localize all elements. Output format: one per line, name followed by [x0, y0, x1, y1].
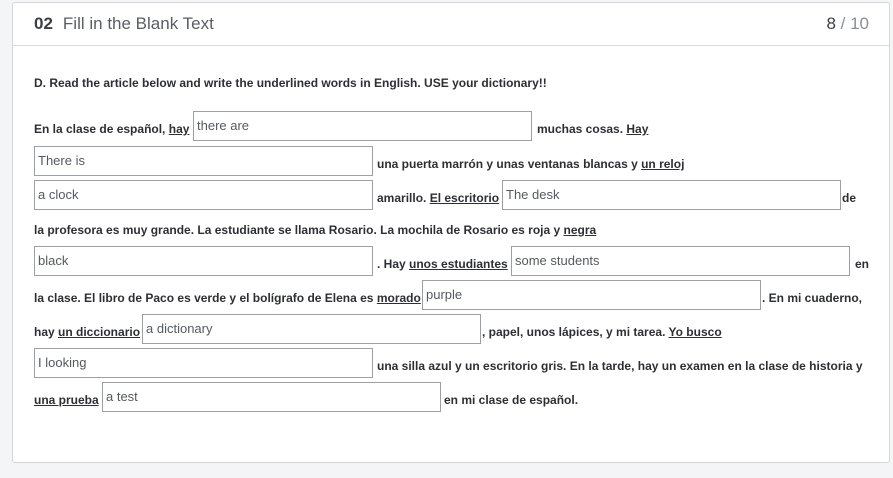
passage-line-5a: . Hay unos estudiantes	[377, 257, 508, 271]
question-header: 02 Fill in the Blank Text 8 / 10	[13, 3, 889, 46]
passage-text: amarillo.	[377, 191, 430, 205]
question-number: 02	[34, 14, 53, 33]
answer-input-2[interactable]: There is	[34, 146, 373, 176]
answer-input-6[interactable]: some students	[511, 246, 850, 276]
passage-line-4: la profesora es muy grande. La estudiant…	[34, 223, 596, 237]
passage-text: la clase. El libro de Paco es verde y el…	[34, 291, 377, 305]
question-counter: 8 / 10	[826, 14, 869, 34]
answer-input-8[interactable]: a dictionary	[142, 314, 481, 344]
underlined-word: unos estudiantes	[409, 257, 508, 271]
passage-text: En la clase de español,	[34, 122, 169, 136]
answer-input-7[interactable]: purple	[422, 280, 761, 310]
answer-input-9[interactable]: I looking	[34, 348, 373, 378]
passage-text: , papel, unos lápices, y mi tarea.	[482, 325, 669, 339]
passage-text: la profesora es muy grande. La estudiant…	[34, 223, 564, 237]
answer-input-10[interactable]: a test	[102, 382, 441, 412]
answer-input-1[interactable]: there are	[193, 111, 532, 141]
underlined-word: un diccionario	[58, 325, 141, 339]
passage-line-1b: muchas cosas. Hay	[537, 122, 648, 136]
underlined-word: morado	[376, 291, 421, 305]
current-question: 8	[826, 14, 836, 33]
underlined-word: El escritorio	[429, 191, 500, 205]
underlined-word: Yo busco	[668, 325, 722, 339]
passage-line-1a: En la clase de español, hay	[34, 122, 189, 136]
passage-line-6b: . En mi cuaderno,	[762, 291, 863, 305]
passage-text: hay	[34, 325, 59, 339]
answer-input-3[interactable]: a clock	[34, 180, 373, 210]
passage-line-9a: una prueba	[34, 393, 99, 407]
underlined-word: negra	[563, 223, 597, 237]
passage-line-9b: en mi clase de español.	[444, 393, 579, 407]
underlined-word: una prueba	[34, 393, 99, 407]
passage-line-6a: la clase. El libro de Paco es verde y el…	[34, 291, 421, 305]
answer-input-5[interactable]: black	[34, 246, 373, 276]
passage-line-3b: de	[842, 191, 857, 205]
passage-line-5b: en	[855, 257, 870, 271]
passage-text: una puerta marrón y unas ventanas blanca…	[377, 157, 642, 171]
underlined-word: hay	[168, 122, 190, 136]
underlined-word: un reloj	[641, 157, 685, 171]
passage-line-8: una silla azul y un escritorio gris. En …	[377, 359, 863, 373]
total-questions: 10	[850, 14, 869, 33]
passage-text: . Hay	[377, 257, 410, 271]
counter-separator: /	[835, 14, 851, 33]
passage-text: muchas cosas.	[537, 122, 627, 136]
passage-line-3a: amarillo. El escritorio	[377, 191, 499, 205]
instruction-text: D. Read the article below and write the …	[34, 76, 547, 90]
answer-input-4[interactable]: The desk	[502, 180, 841, 210]
underlined-word: Hay	[626, 122, 649, 136]
passage-line-7a: hay un diccionario	[34, 325, 140, 339]
passage-line-7b: , papel, unos lápices, y mi tarea. Yo bu…	[482, 325, 722, 339]
passage-line-2: una puerta marrón y unas ventanas blanca…	[377, 157, 684, 171]
question-title: Fill in the Blank Text	[62, 14, 214, 33]
